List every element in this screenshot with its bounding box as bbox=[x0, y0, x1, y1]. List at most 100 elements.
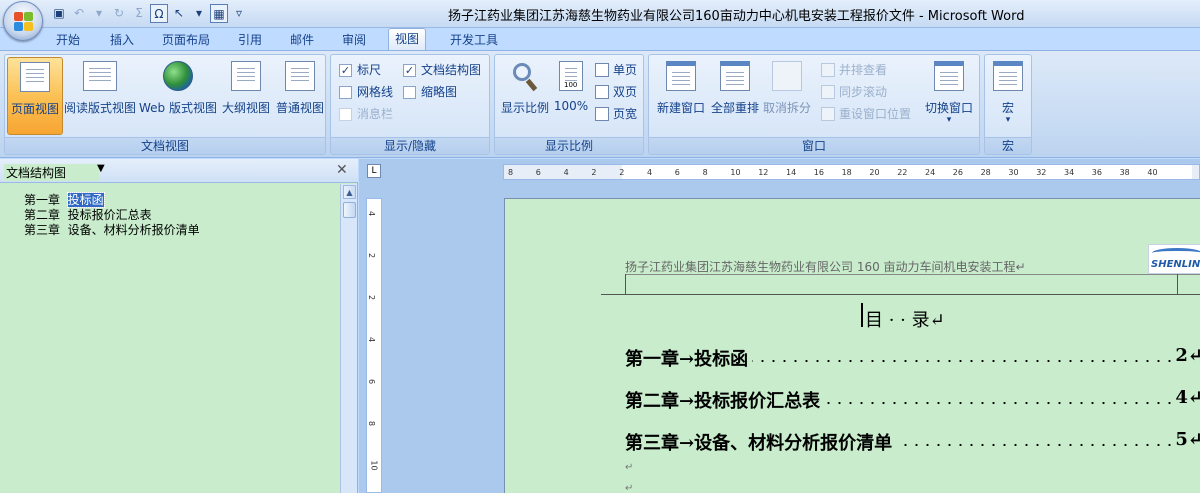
group-label-show-hide: 显示/隐藏 bbox=[331, 137, 489, 154]
tab-selector[interactable]: L bbox=[367, 164, 381, 178]
save-icon[interactable]: ▣ bbox=[50, 4, 68, 23]
magnifier-icon bbox=[510, 61, 540, 92]
document-map-close-icon[interactable]: ✕ bbox=[336, 162, 348, 178]
two-pages-button[interactable]: 双页 bbox=[595, 83, 637, 101]
customize-qat-icon[interactable]: ▿ bbox=[230, 4, 248, 23]
tab-6[interactable]: 视图 bbox=[388, 28, 427, 51]
reset-position-icon bbox=[821, 107, 835, 121]
document-map-checkbox[interactable]: ✓ 文档结构图 bbox=[403, 61, 481, 79]
document-page[interactable]: 扬子江药业集团江苏海慈生物药业有限公司 160 亩动力车间机电安装工程↵ SHE… bbox=[504, 198, 1200, 493]
document-map-item[interactable]: 第二章 投标报价汇总表 bbox=[24, 208, 152, 222]
group-show-hide: ✓ 标尺 网格线 消息栏 ✓ 文档结构图 缩略图 显示/隐藏 bbox=[330, 54, 490, 155]
document-map-dropdown-icon[interactable]: ▼ bbox=[97, 163, 105, 174]
omega-symbol-icon[interactable]: Ω bbox=[150, 4, 168, 23]
tab-5[interactable]: 审阅 bbox=[336, 30, 372, 50]
zoom-100-button[interactable]: 100 100% bbox=[551, 57, 591, 135]
header-rule bbox=[601, 294, 1200, 295]
macros-dropdown-icon: ▾ bbox=[1005, 115, 1011, 125]
ribbon-tabs: 开始 插入 页面布局 引用 邮件 审阅 视图 开发工具 bbox=[0, 28, 1200, 51]
vertical-ruler-tick-label: 8 bbox=[367, 420, 377, 427]
document-map-item[interactable]: 第一章 投标函 bbox=[24, 192, 105, 208]
draft-icon bbox=[285, 61, 315, 91]
web-layout-button[interactable]: Web 版式视图 bbox=[137, 57, 219, 135]
title-bar: ▣ ↶ ▾ ↻ Σ Ω ↖ ▾ ▦ ▿ 扬子江药业集团江苏海慈生物药业有限公司160亩动力中心机电… bbox=[0, 0, 1200, 28]
ruler-tick-label: 24 bbox=[925, 168, 936, 177]
arrange-all-button[interactable]: 全部重排 bbox=[707, 57, 763, 135]
draft-view-button[interactable]: 普通视图 bbox=[273, 57, 327, 135]
thumbnails-checkbox[interactable]: 缩略图 bbox=[403, 83, 457, 101]
vertical-ruler-tick-label: 4 bbox=[367, 336, 377, 343]
document-map-scrollbar[interactable]: ▲ bbox=[340, 184, 357, 493]
tab-2[interactable]: 页面布局 bbox=[156, 30, 216, 50]
one-page-icon bbox=[595, 63, 609, 77]
office-logo-icon bbox=[14, 12, 34, 32]
sync-scroll-icon bbox=[821, 85, 835, 99]
ruler-tick-label: 30 bbox=[1008, 168, 1019, 177]
message-bar-checkbox: 消息栏 bbox=[339, 105, 393, 123]
equation-icon[interactable]: ▦ bbox=[210, 4, 228, 23]
horizontal-ruler[interactable]: 8 6 4 2 2 4 6 8 10 12 14 16 18 20 22 24 26 28 30 32 34 36 38 40 bbox=[503, 164, 1200, 180]
new-window-button[interactable]: 新建窗口 bbox=[653, 57, 709, 135]
print-layout-icon bbox=[20, 62, 50, 92]
arrange-all-icon bbox=[720, 61, 750, 91]
ruler-tick-label: 20 bbox=[869, 168, 880, 177]
redo-icon[interactable]: ↻ bbox=[110, 4, 128, 23]
synchronous-scrolling-button: 同步滚动 bbox=[821, 83, 887, 101]
ribbon: 页面视图 阅读版式视图 Web 版式视图 大纲视图 普通视图 文档视图 ✓ 标尺… bbox=[0, 50, 1200, 158]
page-width-button[interactable]: 页宽 bbox=[595, 105, 637, 123]
gridlines-checkbox[interactable]: 网格线 bbox=[339, 83, 393, 101]
print-layout-button[interactable]: 页面视图 bbox=[7, 57, 63, 135]
toc-entry[interactable]: 第一章→投标函 2↵ bbox=[625, 345, 1200, 369]
vertical-ruler-tick-label: 10 bbox=[369, 460, 379, 471]
ruler-tick-label: 2 bbox=[591, 168, 597, 177]
macros-button[interactable]: 宏 ▾ bbox=[987, 57, 1029, 135]
select-pointer-icon[interactable]: ↖ bbox=[170, 4, 188, 23]
side-by-side-icon bbox=[821, 63, 835, 77]
undo-dropdown-icon[interactable]: ▾ bbox=[90, 4, 108, 23]
toc-entry[interactable]: 第三章→设备、材料分析报价清单 5↵ bbox=[625, 429, 1200, 453]
vertical-ruler-tick-label: 2 bbox=[367, 252, 377, 259]
two-pages-icon bbox=[595, 85, 609, 99]
document-map-check-mark: ✓ bbox=[403, 63, 416, 77]
tab-1[interactable]: 插入 bbox=[104, 30, 140, 50]
document-map-item[interactable]: 第三章 设备、材料分析报价清单 bbox=[24, 223, 200, 237]
ruler-tick-label: 40 bbox=[1147, 168, 1158, 177]
zoom-button[interactable]: 显示比例 bbox=[497, 57, 553, 135]
group-label-zoom: 显示比例 bbox=[495, 137, 643, 154]
office-button[interactable] bbox=[3, 1, 43, 41]
scrollbar-thumb[interactable] bbox=[343, 202, 356, 218]
toc-entry-label: 第一章→投标函 bbox=[625, 345, 753, 369]
ruler-tick-label: 18 bbox=[841, 168, 852, 177]
toc-entry-label: 第二章→投标报价汇总表 bbox=[625, 387, 825, 411]
tab-3[interactable]: 引用 bbox=[232, 30, 268, 50]
one-page-button[interactable]: 单页 bbox=[595, 61, 637, 79]
group-label-document-views: 文档视图 bbox=[5, 137, 325, 154]
switch-windows-button[interactable]: 切换窗口 ▾ bbox=[919, 57, 979, 135]
full-screen-reading-button[interactable]: 阅读版式视图 bbox=[63, 57, 137, 135]
reset-window-position-button: 重设窗口位置 bbox=[821, 105, 911, 123]
ruler-tick-label: 36 bbox=[1091, 168, 1102, 177]
outline-view-button[interactable]: 大纲视图 bbox=[219, 57, 273, 135]
ruler-tick-label: 2 bbox=[619, 168, 625, 177]
tab-4[interactable]: 邮件 bbox=[284, 30, 320, 50]
ruler-tick-label: 28 bbox=[980, 168, 991, 177]
group-label-macros: 宏 bbox=[985, 137, 1031, 154]
vertical-ruler-tick-label: 6 bbox=[367, 378, 377, 385]
toc-title: 目 · · 录↵ bbox=[865, 310, 945, 331]
ruler-tick-label: 4 bbox=[647, 168, 653, 177]
scroll-up-icon[interactable]: ▲ bbox=[343, 185, 356, 199]
document-map-title[interactable]: 文档结构图 bbox=[4, 164, 99, 181]
vertical-ruler[interactable]: 4 2 2 4 6 8 10 bbox=[366, 198, 382, 493]
undo-icon[interactable]: ↶ bbox=[70, 4, 88, 23]
toc-entry[interactable]: 第二章→投标报价汇总表 4↵ bbox=[625, 387, 1200, 411]
toc-page-number: 4↵ bbox=[1171, 387, 1200, 408]
group-macros: 宏 ▾ 宏 bbox=[984, 54, 1032, 155]
remove-split-button[interactable]: 取消拆分 bbox=[761, 57, 813, 135]
pointer-dropdown-icon[interactable]: ▾ bbox=[190, 4, 208, 23]
ruler-checkbox[interactable]: ✓ 标尺 bbox=[339, 61, 381, 79]
tab-0[interactable]: 开始 bbox=[50, 30, 86, 50]
tab-7[interactable]: 开发工具 bbox=[444, 30, 504, 50]
group-document-views: 页面视图 阅读版式视图 Web 版式视图 大纲视图 普通视图 文档视图 bbox=[4, 54, 326, 155]
toc-entry-label: 第三章→设备、材料分析报价清单 bbox=[625, 429, 897, 453]
sum-icon[interactable]: Σ bbox=[130, 4, 148, 23]
